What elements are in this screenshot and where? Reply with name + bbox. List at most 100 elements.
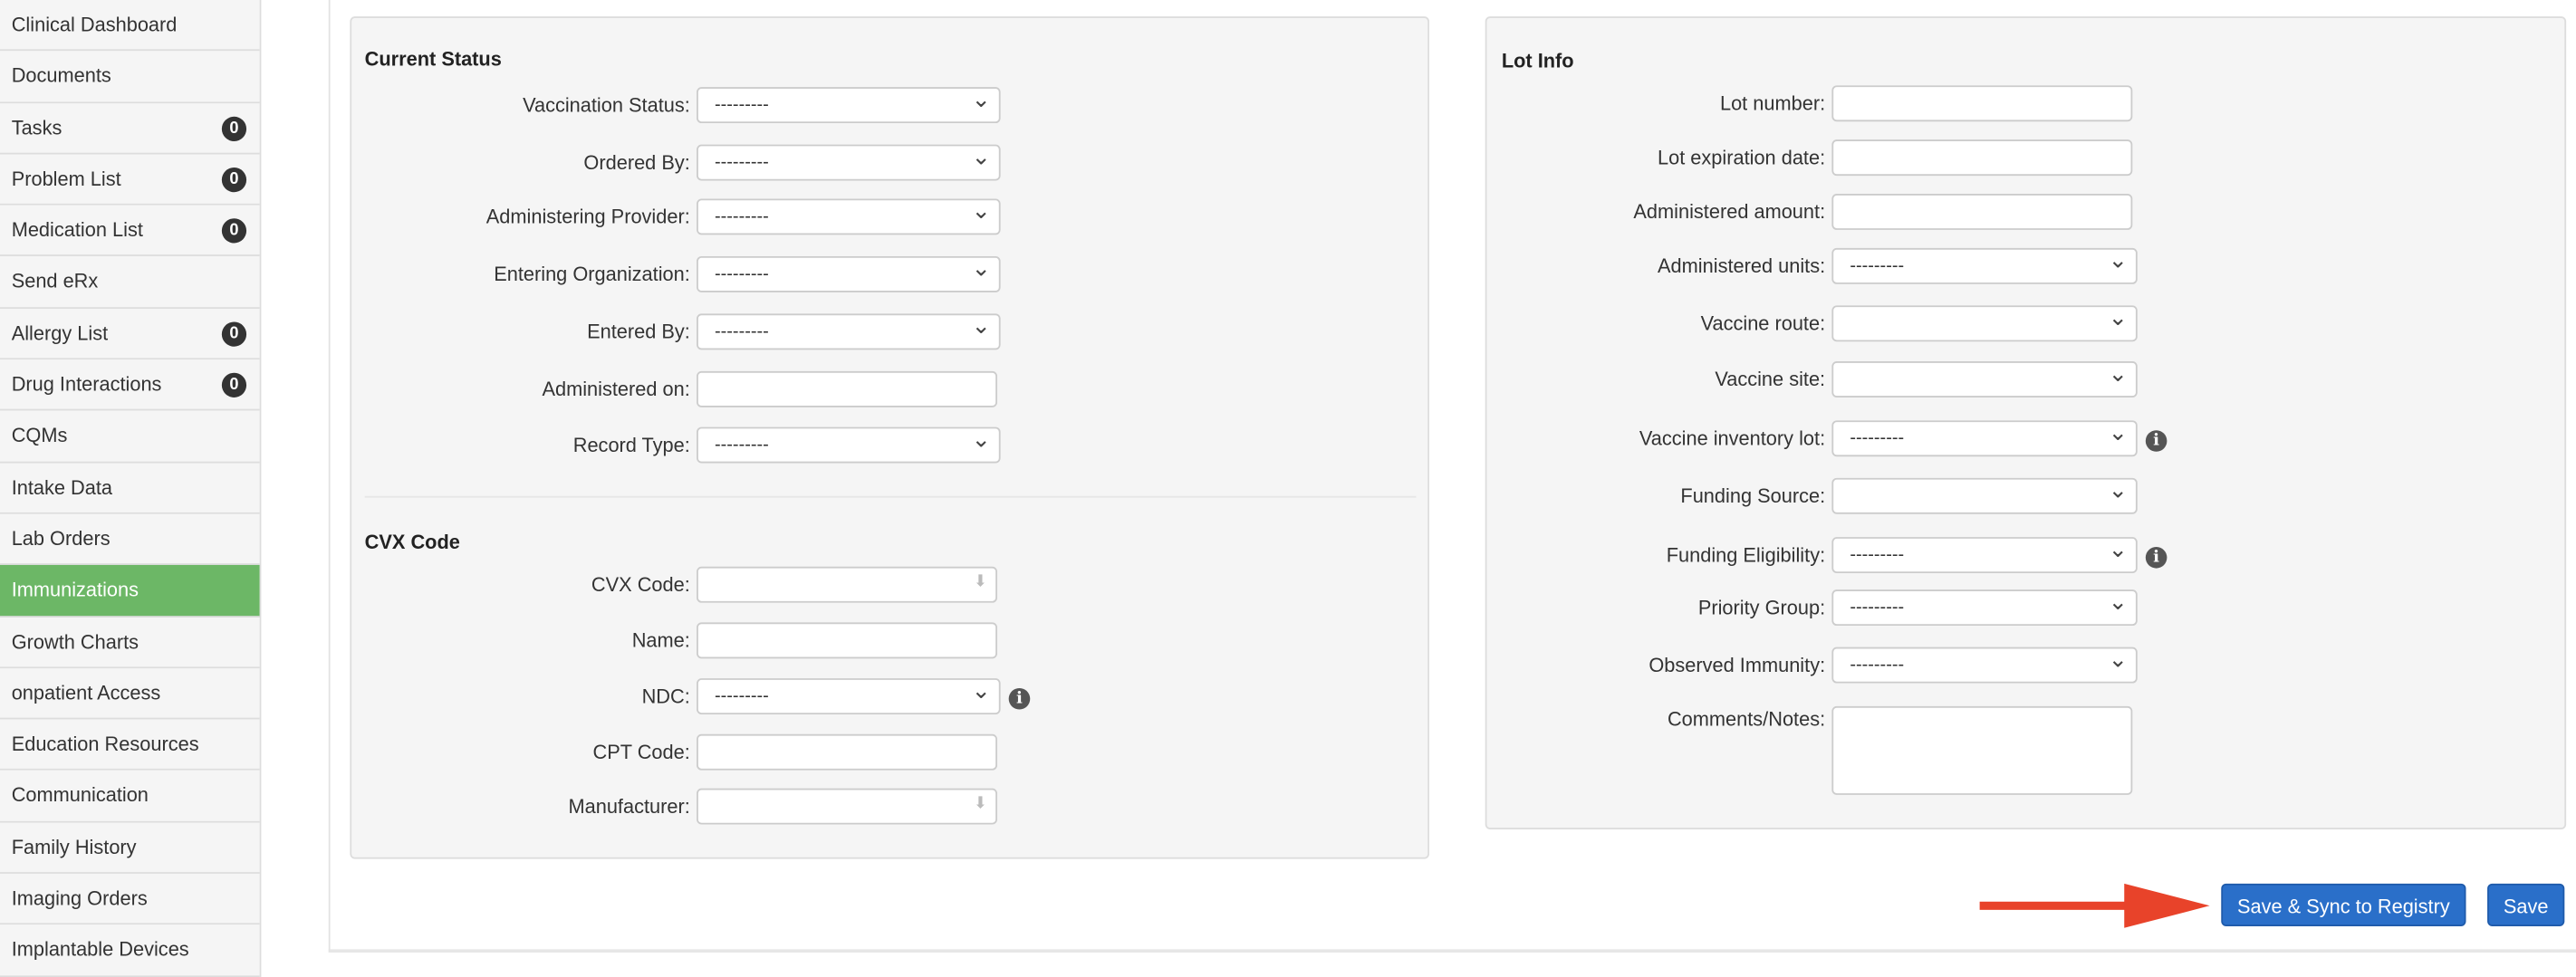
entering-organization-label: Entering Organization: xyxy=(494,263,690,286)
sidebar-item-label: Education Resources xyxy=(11,733,199,756)
sidebar-item-education-resources[interactable]: Education Resources xyxy=(0,719,260,771)
sidebar-item-cqms[interactable]: CQMs xyxy=(0,411,260,463)
chevron-down-icon: ⌄ xyxy=(2108,588,2128,615)
sidebar-item-label: Growth Charts xyxy=(11,629,139,654)
sidebar-item-tasks[interactable]: Tasks 0 xyxy=(0,102,260,155)
count-badge: 0 xyxy=(221,218,247,244)
observed-immunity-label: Observed Immunity: xyxy=(1648,653,1826,677)
sidebar-item-medication-list[interactable]: Medication List 0 xyxy=(0,206,260,257)
sidebar-item-label: Intake Data xyxy=(11,475,113,499)
chevron-down-icon: ⌄ xyxy=(971,676,991,704)
sidebar-item-imaging-orders[interactable]: Imaging Orders xyxy=(0,874,260,925)
sidebar-item-immunizations[interactable]: Immunizations xyxy=(0,565,260,618)
name-input[interactable] xyxy=(697,622,997,659)
cpt-code-label: CPT Code: xyxy=(592,741,690,764)
administering-provider-select[interactable]: --------- ⌄ xyxy=(697,196,1001,235)
annotation-arrow-icon xyxy=(1979,883,2210,928)
record-type-label: Record Type: xyxy=(572,433,690,457)
sidebar-item-allergy-list[interactable]: Allergy List 0 xyxy=(0,308,260,360)
selected-value: --------- xyxy=(1850,428,1905,449)
name-label: Name: xyxy=(631,628,690,653)
sidebar-item-implantable-devices[interactable]: Implantable Devices xyxy=(0,924,260,977)
vaccine-route-label: Vaccine route: xyxy=(1700,311,1826,336)
manufacturer-select[interactable]: ⬇ xyxy=(697,788,997,825)
vaccination-status-label: Vaccination Status: xyxy=(523,93,690,117)
info-circle-icon[interactable]: i xyxy=(2145,546,2167,569)
selected-value: --------- xyxy=(715,321,769,342)
cvx-code-label: CVX Code: xyxy=(591,573,690,597)
sidebar-item-drug-interactions[interactable]: Drug Interactions 0 xyxy=(0,359,260,412)
administered-on-label: Administered on: xyxy=(542,378,690,401)
chevron-down-icon: ⌄ xyxy=(2108,303,2128,330)
lot-number-input[interactable] xyxy=(1831,85,2133,122)
save-sync-registry-button[interactable]: Save & Sync to Registry xyxy=(2221,883,2466,926)
entering-organization-select[interactable]: --------- ⌄ xyxy=(697,254,1001,292)
selected-value: --------- xyxy=(1850,255,1905,276)
current-status-heading: Current Status xyxy=(364,47,502,71)
administered-units-select[interactable]: --------- ⌄ xyxy=(1831,246,2138,284)
cpt-code-input[interactable] xyxy=(697,733,997,771)
chevron-down-icon: ⌄ xyxy=(971,196,991,224)
sidebar-item-label: Imaging Orders xyxy=(11,886,148,910)
priority-group-select[interactable]: --------- ⌄ xyxy=(1831,588,2138,627)
sidebar-item-label: CQMs xyxy=(11,424,68,448)
funding-source-select[interactable]: ⌄ xyxy=(1831,476,2138,514)
vaccine-site-select[interactable]: ⌄ xyxy=(1831,359,2138,398)
sidebar-item-label: Allergy List xyxy=(11,321,109,345)
lot-expiration-date-label: Lot expiration date: xyxy=(1657,146,1826,169)
sidebar-item-label: Tasks xyxy=(11,116,62,139)
vaccination-status-select[interactable]: --------- ⌄ xyxy=(697,85,1001,124)
record-type-select[interactable]: --------- ⌄ xyxy=(697,426,1001,464)
lot-expiration-date-input[interactable] xyxy=(1831,139,2133,177)
sidebar-nav: Clinical Dashboard Documents Tasks 0 Problem… xyxy=(0,0,262,977)
sidebar-item-onpatient-access[interactable]: onpatient Access xyxy=(0,667,260,720)
administering-provider-label: Administering Provider: xyxy=(485,205,690,229)
chevron-down-icon: ⌄ xyxy=(971,311,991,339)
chevron-down-icon: ⌄ xyxy=(2108,359,2128,387)
cvx-code-select[interactable]: ⬇ xyxy=(697,566,997,603)
observed-immunity-select[interactable]: --------- ⌄ xyxy=(1831,645,2138,684)
sidebar-item-growth-charts[interactable]: Growth Charts xyxy=(0,617,260,668)
comments-notes-textarea[interactable] xyxy=(1831,705,2133,795)
sidebar-item-family-history[interactable]: Family History xyxy=(0,822,260,875)
save-button[interactable]: Save xyxy=(2487,883,2565,926)
selected-value: --------- xyxy=(1850,598,1905,618)
ndc-select[interactable]: --------- ⌄ xyxy=(697,676,1001,715)
chevron-down-icon: ⌄ xyxy=(2108,476,2128,503)
administered-amount-input[interactable] xyxy=(1831,194,2133,230)
sidebar-item-label: Send eRx xyxy=(11,270,99,293)
sidebar-item-label: Medication List xyxy=(11,218,143,242)
sidebar-item-intake-data[interactable]: Intake Data xyxy=(0,462,260,514)
sidebar-item-communication[interactable]: Communication xyxy=(0,771,260,823)
ordered-by-select[interactable]: --------- ⌄ xyxy=(697,143,1001,181)
priority-group-label: Priority Group: xyxy=(1697,596,1826,619)
chevron-down-icon: ⌄ xyxy=(2108,418,2128,445)
selected-value: --------- xyxy=(715,206,769,227)
sidebar-item-lab-orders[interactable]: Lab Orders xyxy=(0,513,260,566)
sidebar-item-label: onpatient Access xyxy=(11,681,161,704)
vaccine-site-label: Vaccine site: xyxy=(1715,368,1826,391)
selected-value: --------- xyxy=(715,152,769,173)
selected-value: --------- xyxy=(715,686,769,706)
vaccine-inventory-lot-select[interactable]: --------- ⌄ xyxy=(1831,418,2138,457)
funding-eligibility-select[interactable]: --------- ⌄ xyxy=(1831,535,2138,574)
administered-on-input[interactable] xyxy=(697,370,997,407)
administered-units-label: Administered units: xyxy=(1658,254,1826,278)
entered-by-select[interactable]: --------- ⌄ xyxy=(697,311,1001,350)
funding-source-label: Funding Source: xyxy=(1680,484,1826,508)
sidebar-item-send-erx[interactable]: Send eRx xyxy=(0,256,260,309)
vaccine-inventory-lot-label: Vaccine inventory lot: xyxy=(1639,426,1826,450)
funding-eligibility-label: Funding Eligibility: xyxy=(1666,543,1826,567)
sidebar-item-label: Implantable Devices xyxy=(11,938,189,962)
sidebar-item-documents[interactable]: Documents xyxy=(0,51,260,103)
chevron-down-icon: ⌄ xyxy=(2108,645,2128,672)
sidebar-item-problem-list[interactable]: Problem List 0 xyxy=(0,154,260,206)
sidebar-item-clinical-dashboard[interactable]: Clinical Dashboard xyxy=(0,0,260,52)
vaccine-route-select[interactable]: ⌄ xyxy=(1831,303,2138,342)
lot-number-label: Lot number: xyxy=(1719,91,1826,115)
info-circle-icon[interactable]: i xyxy=(1008,687,1031,710)
sidebar-item-label: Lab Orders xyxy=(11,527,111,551)
info-circle-icon[interactable]: i xyxy=(2145,430,2167,452)
count-badge: 0 xyxy=(221,167,247,193)
chevron-down-icon: ⌄ xyxy=(971,85,991,112)
